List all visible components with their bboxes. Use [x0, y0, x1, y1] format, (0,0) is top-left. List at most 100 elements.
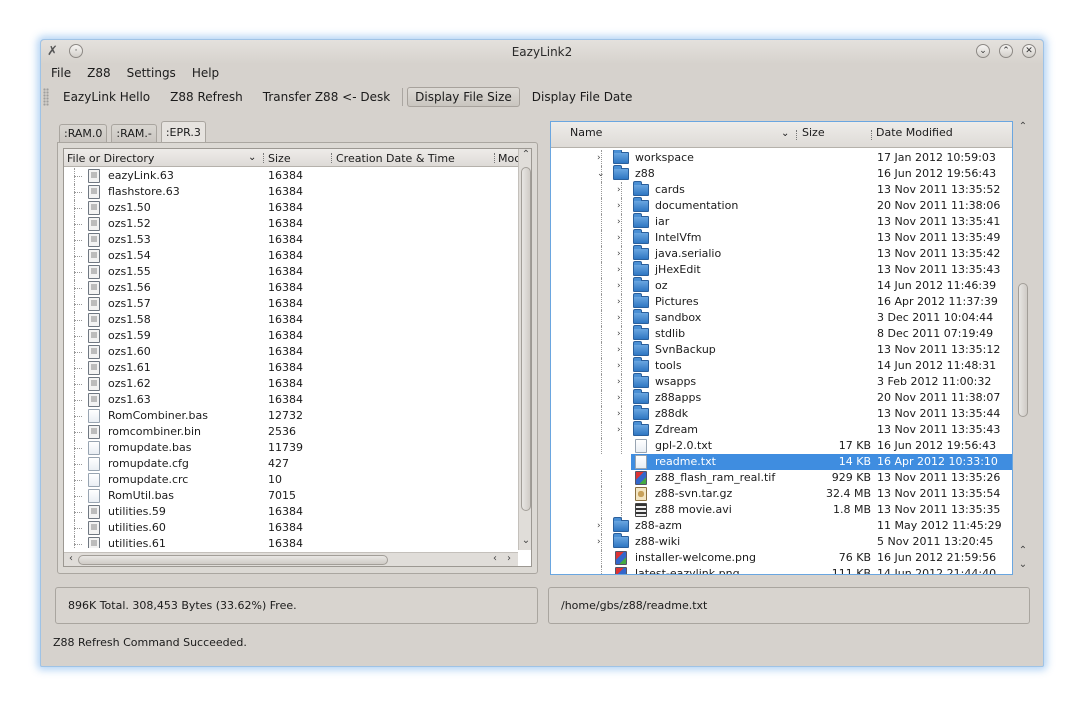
col-date-modified[interactable]: Date Modified [876, 126, 953, 139]
table-row[interactable]: z88_flash_ram_real.tif 929 KB 13 Nov 2011 … [551, 470, 1012, 486]
table-row[interactable]: romupdate.cfg 427 [64, 456, 531, 472]
chevron-right-icon[interactable]: › [597, 150, 601, 166]
scroll-up-icon[interactable]: ⌃ [519, 149, 531, 160]
sort-chevron-icon[interactable]: ⌄ [781, 128, 789, 139]
table-row[interactable]: ozs1.58 16384 [64, 312, 531, 328]
table-row[interactable]: › z88apps 20 Nov 2011 11:38:07 [551, 389, 1012, 406]
table-row[interactable]: › Zdream 13 Nov 2011 13:35:43 [551, 421, 1012, 438]
table-row[interactable]: utilities.61 16384 [64, 536, 531, 548]
chevron-right-icon[interactable]: › [617, 230, 621, 246]
col-creation-date[interactable]: Creation Date & Time [336, 152, 455, 165]
table-row[interactable]: installer-welcome.png 76 KB 16 Jun 2012 21… [551, 550, 1012, 566]
chevron-down-icon[interactable]: ⌄ [597, 166, 605, 182]
desktop-vertical-scrollbar[interactable]: ⌃ ⌃ ⌄ [1015, 121, 1031, 575]
table-row[interactable]: ozs1.50 16384 [64, 200, 531, 216]
scroll-up-icon[interactable]: ⌃ [1016, 121, 1030, 132]
menu-settings[interactable]: Settings [127, 66, 176, 84]
z88-vscroll-thumb[interactable] [521, 167, 531, 511]
table-row[interactable]: ozs1.63 16384 [64, 392, 531, 408]
scroll-left-icon[interactable]: ‹ [64, 553, 78, 564]
tab-ram0[interactable]: :RAM.0 [59, 124, 108, 143]
table-row[interactable]: › cards 13 Nov 2011 13:35:52 [551, 181, 1012, 198]
close-button[interactable]: ✕ [1022, 44, 1036, 58]
scroll-left-small-icon[interactable]: ‹ [488, 553, 502, 564]
scroll-down-icon[interactable]: ⌄ [519, 535, 531, 546]
chevron-right-icon[interactable]: › [617, 278, 621, 294]
table-row[interactable]: › oz 14 Jun 2012 11:46:39 [551, 277, 1012, 294]
table-row[interactable]: ozs1.52 16384 [64, 216, 531, 232]
table-row[interactable]: › z88-azm 11 May 2012 11:45:29 [551, 517, 1012, 534]
table-row[interactable]: › tools 14 Jun 2012 11:48:31 [551, 357, 1012, 374]
table-row[interactable]: romupdate.bas 11739 [64, 440, 531, 456]
table-row[interactable]: › iar 13 Nov 2011 13:35:41 [551, 213, 1012, 230]
col-modified[interactable]: Moc [498, 152, 520, 165]
table-row[interactable]: › wsapps 3 Feb 2012 11:00:32 [551, 373, 1012, 390]
table-row[interactable]: ozs1.54 16384 [64, 248, 531, 264]
table-row[interactable]: › z88-wiki 5 Nov 2011 13:20:45 [551, 533, 1012, 550]
table-row[interactable]: ozs1.60 16384 [64, 344, 531, 360]
eazylink-hello-button[interactable]: EazyLink Hello [55, 87, 158, 107]
table-row[interactable]: › documentation 20 Nov 2011 11:38:06 [551, 197, 1012, 214]
tab-epr3[interactable]: :EPR.3 [160, 121, 206, 143]
table-row[interactable]: utilities.60 16384 [64, 520, 531, 536]
chevron-right-icon[interactable]: › [617, 294, 621, 310]
table-row[interactable]: z88-svn.tar.gz 32.4 MB 13 Nov 2011 13:35:5… [551, 486, 1012, 502]
table-row[interactable]: › stdlib 8 Dec 2011 07:19:49 [551, 325, 1012, 342]
scroll-down-icon[interactable]: ⌄ [1016, 559, 1030, 570]
table-row[interactable]: romupdate.crc 10 [64, 472, 531, 488]
chevron-right-icon[interactable]: › [617, 374, 621, 390]
table-row[interactable]: › SvnBackup 13 Nov 2011 13:35:12 [551, 341, 1012, 358]
menu-z88[interactable]: Z88 [87, 66, 111, 84]
table-row[interactable]: z88 movie.avi 1.8 MB 13 Nov 2011 13:35:35 [551, 502, 1012, 518]
table-row[interactable]: ozs1.53 16384 [64, 232, 531, 248]
maximize-button[interactable]: ⌃ [999, 44, 1013, 58]
table-row[interactable]: utilities.59 16384 [64, 504, 531, 520]
col-size[interactable]: Size [268, 152, 291, 165]
sort-chevron-icon[interactable]: ⌄ [248, 152, 256, 163]
table-row[interactable]: › IntelVfm 13 Nov 2011 13:35:49 [551, 229, 1012, 246]
table-row[interactable]: eazyLink.63 16384 [64, 168, 531, 184]
table-row[interactable]: RomCombiner.bas 12732 [64, 408, 531, 424]
table-row[interactable]: flashstore.63 16384 [64, 184, 531, 200]
chevron-right-icon[interactable]: › [597, 534, 601, 550]
desktop-vscroll-thumb[interactable] [1018, 283, 1028, 417]
chevron-right-icon[interactable]: › [617, 262, 621, 278]
table-row[interactable]: romcombiner.bin 2536 [64, 424, 531, 440]
z88-vertical-scrollbar[interactable]: ⌃ ⌄ [518, 149, 531, 550]
chevron-right-icon[interactable]: › [617, 406, 621, 422]
table-row[interactable]: ozs1.62 16384 [64, 376, 531, 392]
title-bar[interactable]: ✗ · EazyLink2 ⌄ ⌃ ✕ [41, 40, 1043, 64]
table-row[interactable]: › workspace 17 Jan 2012 10:59:03 [551, 150, 1012, 166]
chevron-right-icon[interactable]: › [617, 214, 621, 230]
chevron-right-icon[interactable]: › [617, 310, 621, 326]
display-file-date-button[interactable]: Display File Date [524, 87, 641, 107]
table-row[interactable]: ozs1.57 16384 [64, 296, 531, 312]
table-row[interactable]: ozs1.61 16384 [64, 360, 531, 376]
table-row[interactable]: › jHexEdit 13 Nov 2011 13:35:43 [551, 261, 1012, 278]
chevron-right-icon[interactable]: › [617, 422, 621, 438]
table-row-selected[interactable]: readme.txt 14 KB 16 Apr 2012 10:33:10 [631, 454, 1012, 470]
chevron-right-icon[interactable]: › [617, 182, 621, 198]
chevron-right-icon[interactable]: › [617, 326, 621, 342]
table-row[interactable]: ⌄ z88 16 Jun 2012 19:56:43 [551, 165, 1012, 182]
tab-ram-minus[interactable]: :RAM.- [111, 124, 157, 143]
col-size[interactable]: Size [802, 126, 825, 139]
col-file-or-directory[interactable]: File or Directory [67, 152, 154, 165]
chevron-right-icon[interactable]: › [617, 390, 621, 406]
col-name[interactable]: Name [570, 126, 602, 139]
z88-horizontal-scrollbar[interactable]: ‹ ‹ › [64, 552, 518, 566]
transfer-button[interactable]: Transfer Z88 <- Desk [255, 87, 398, 107]
chevron-right-icon[interactable]: › [617, 358, 621, 374]
table-row[interactable]: › Pictures 16 Apr 2012 11:37:39 [551, 293, 1012, 310]
table-row[interactable]: › z88dk 13 Nov 2011 13:35:44 [551, 405, 1012, 422]
menu-help[interactable]: Help [192, 66, 219, 84]
table-row[interactable]: latest-eazylink.png 111 KB 14 Jun 2012 21:… [551, 566, 1012, 574]
toolbar-grip[interactable] [43, 88, 49, 106]
z88-file-tree[interactable]: File or Directory ⌄ Size Creation Date &… [63, 148, 532, 567]
chevron-right-icon[interactable]: › [617, 342, 621, 358]
menu-file[interactable]: File [51, 66, 71, 84]
z88-refresh-button[interactable]: Z88 Refresh [162, 87, 251, 107]
table-row[interactable]: ozs1.59 16384 [64, 328, 531, 344]
table-row[interactable]: gpl-2.0.txt 17 KB 16 Jun 2012 19:56:43 [551, 438, 1012, 454]
scroll-right-icon[interactable]: › [502, 553, 516, 564]
